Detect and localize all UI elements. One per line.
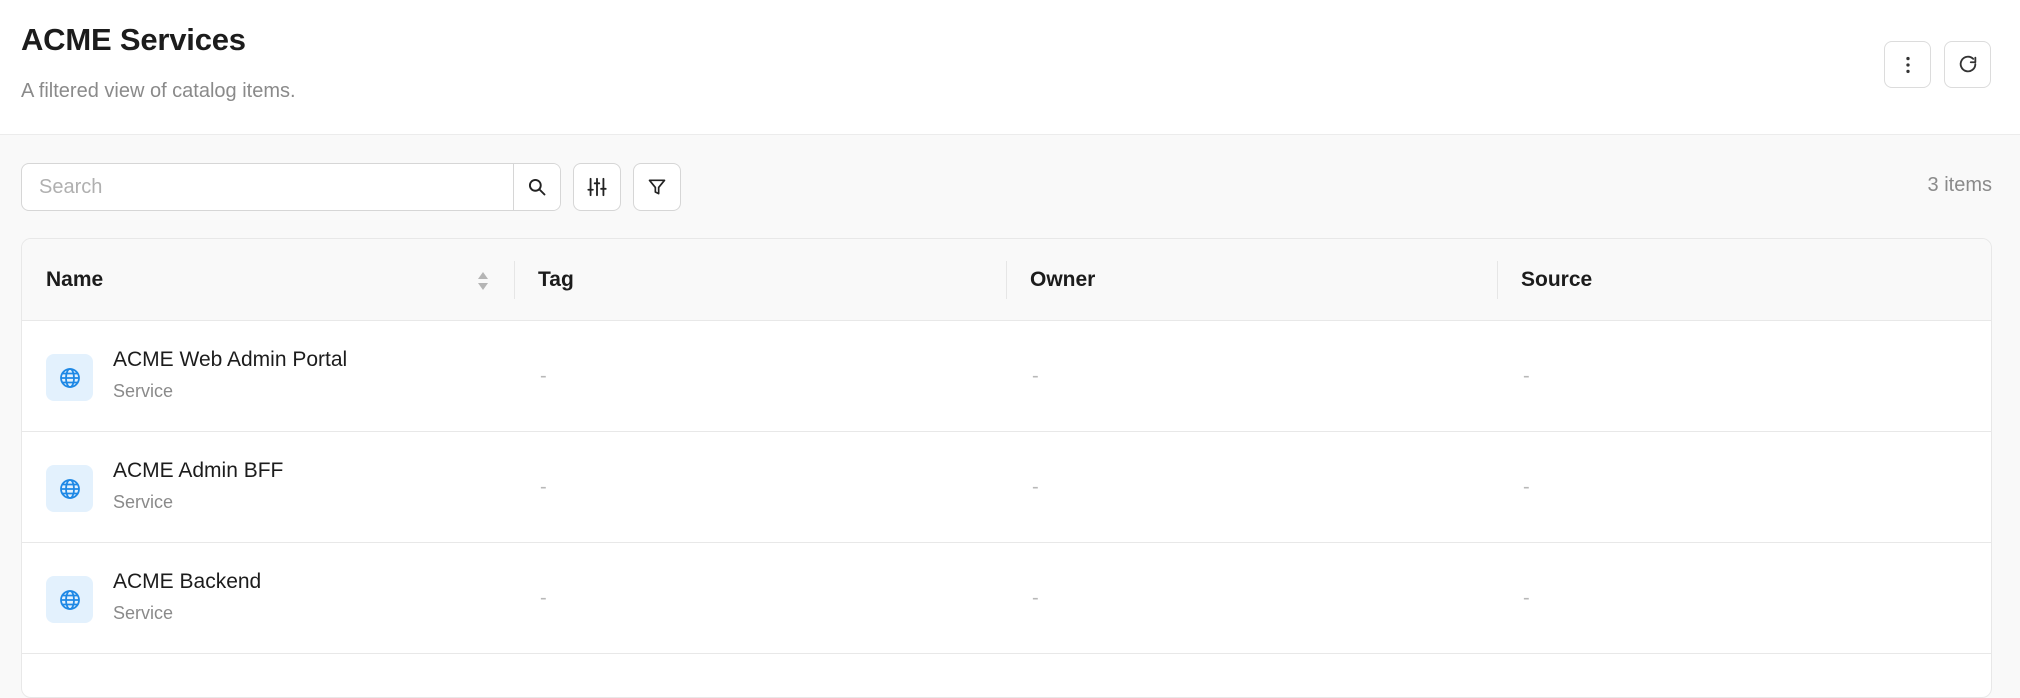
search-input[interactable]: [22, 164, 513, 210]
filter-button[interactable]: [633, 163, 681, 211]
column-header-name[interactable]: Name: [46, 239, 103, 321]
tag-cell: -: [540, 587, 547, 609]
column-header-source[interactable]: Source: [1521, 239, 1592, 321]
row-name-link[interactable]: ACME Backend: [113, 570, 261, 594]
more-vertical-icon: [1905, 56, 1910, 73]
source-cell: -: [1523, 587, 1530, 609]
search-button[interactable]: [513, 164, 560, 210]
row-kind: Service: [113, 603, 174, 623]
service-icon-badge: [46, 354, 93, 401]
refresh-icon: [1959, 55, 1976, 72]
column-header-tag[interactable]: Tag: [538, 239, 574, 321]
row-name-link[interactable]: ACME Admin BFF: [113, 459, 283, 483]
table-row[interactable]: ACME Web Admin Portal Service - - -: [22, 321, 1991, 432]
sort-icon[interactable]: [474, 269, 492, 293]
item-count: 3 items: [1927, 174, 1992, 196]
column-settings-button[interactable]: [573, 163, 621, 211]
search-box: [21, 163, 561, 211]
row-kind: Service: [113, 492, 174, 512]
owner-cell: -: [1032, 365, 1039, 387]
search-icon: [528, 178, 546, 196]
tag-cell: -: [540, 476, 547, 498]
column-divider[interactable]: [514, 261, 515, 299]
globe-icon: [59, 478, 80, 499]
sliders-icon: [587, 177, 607, 197]
page-title: ACME Services: [21, 22, 246, 57]
owner-cell: -: [1032, 587, 1039, 609]
source-cell: -: [1523, 476, 1530, 498]
column-header-owner[interactable]: Owner: [1030, 239, 1095, 321]
more-options-button[interactable]: [1884, 41, 1931, 88]
filter-icon: [648, 179, 666, 195]
column-divider[interactable]: [1497, 261, 1498, 299]
catalog-table: Name Tag Owner Source ACME Web Admin Por…: [21, 238, 1992, 698]
table-row[interactable]: ACME Backend Service - - -: [22, 543, 1991, 654]
table-row[interactable]: ACME Admin BFF Service - - -: [22, 432, 1991, 543]
page-header: ACME Services A filtered view of catalog…: [0, 0, 2020, 135]
service-icon-badge: [46, 465, 93, 512]
column-divider[interactable]: [1006, 261, 1007, 299]
globe-icon: [59, 367, 80, 388]
row-kind: Service: [113, 381, 174, 401]
globe-icon: [59, 589, 80, 610]
page-subtitle: A filtered view of catalog items.: [21, 80, 296, 102]
table-header: Name Tag Owner Source: [22, 239, 1991, 321]
refresh-button[interactable]: [1944, 41, 1991, 88]
service-icon-badge: [46, 576, 93, 623]
source-cell: -: [1523, 365, 1530, 387]
row-name-link[interactable]: ACME Web Admin Portal: [113, 348, 347, 372]
tag-cell: -: [540, 365, 547, 387]
owner-cell: -: [1032, 476, 1039, 498]
